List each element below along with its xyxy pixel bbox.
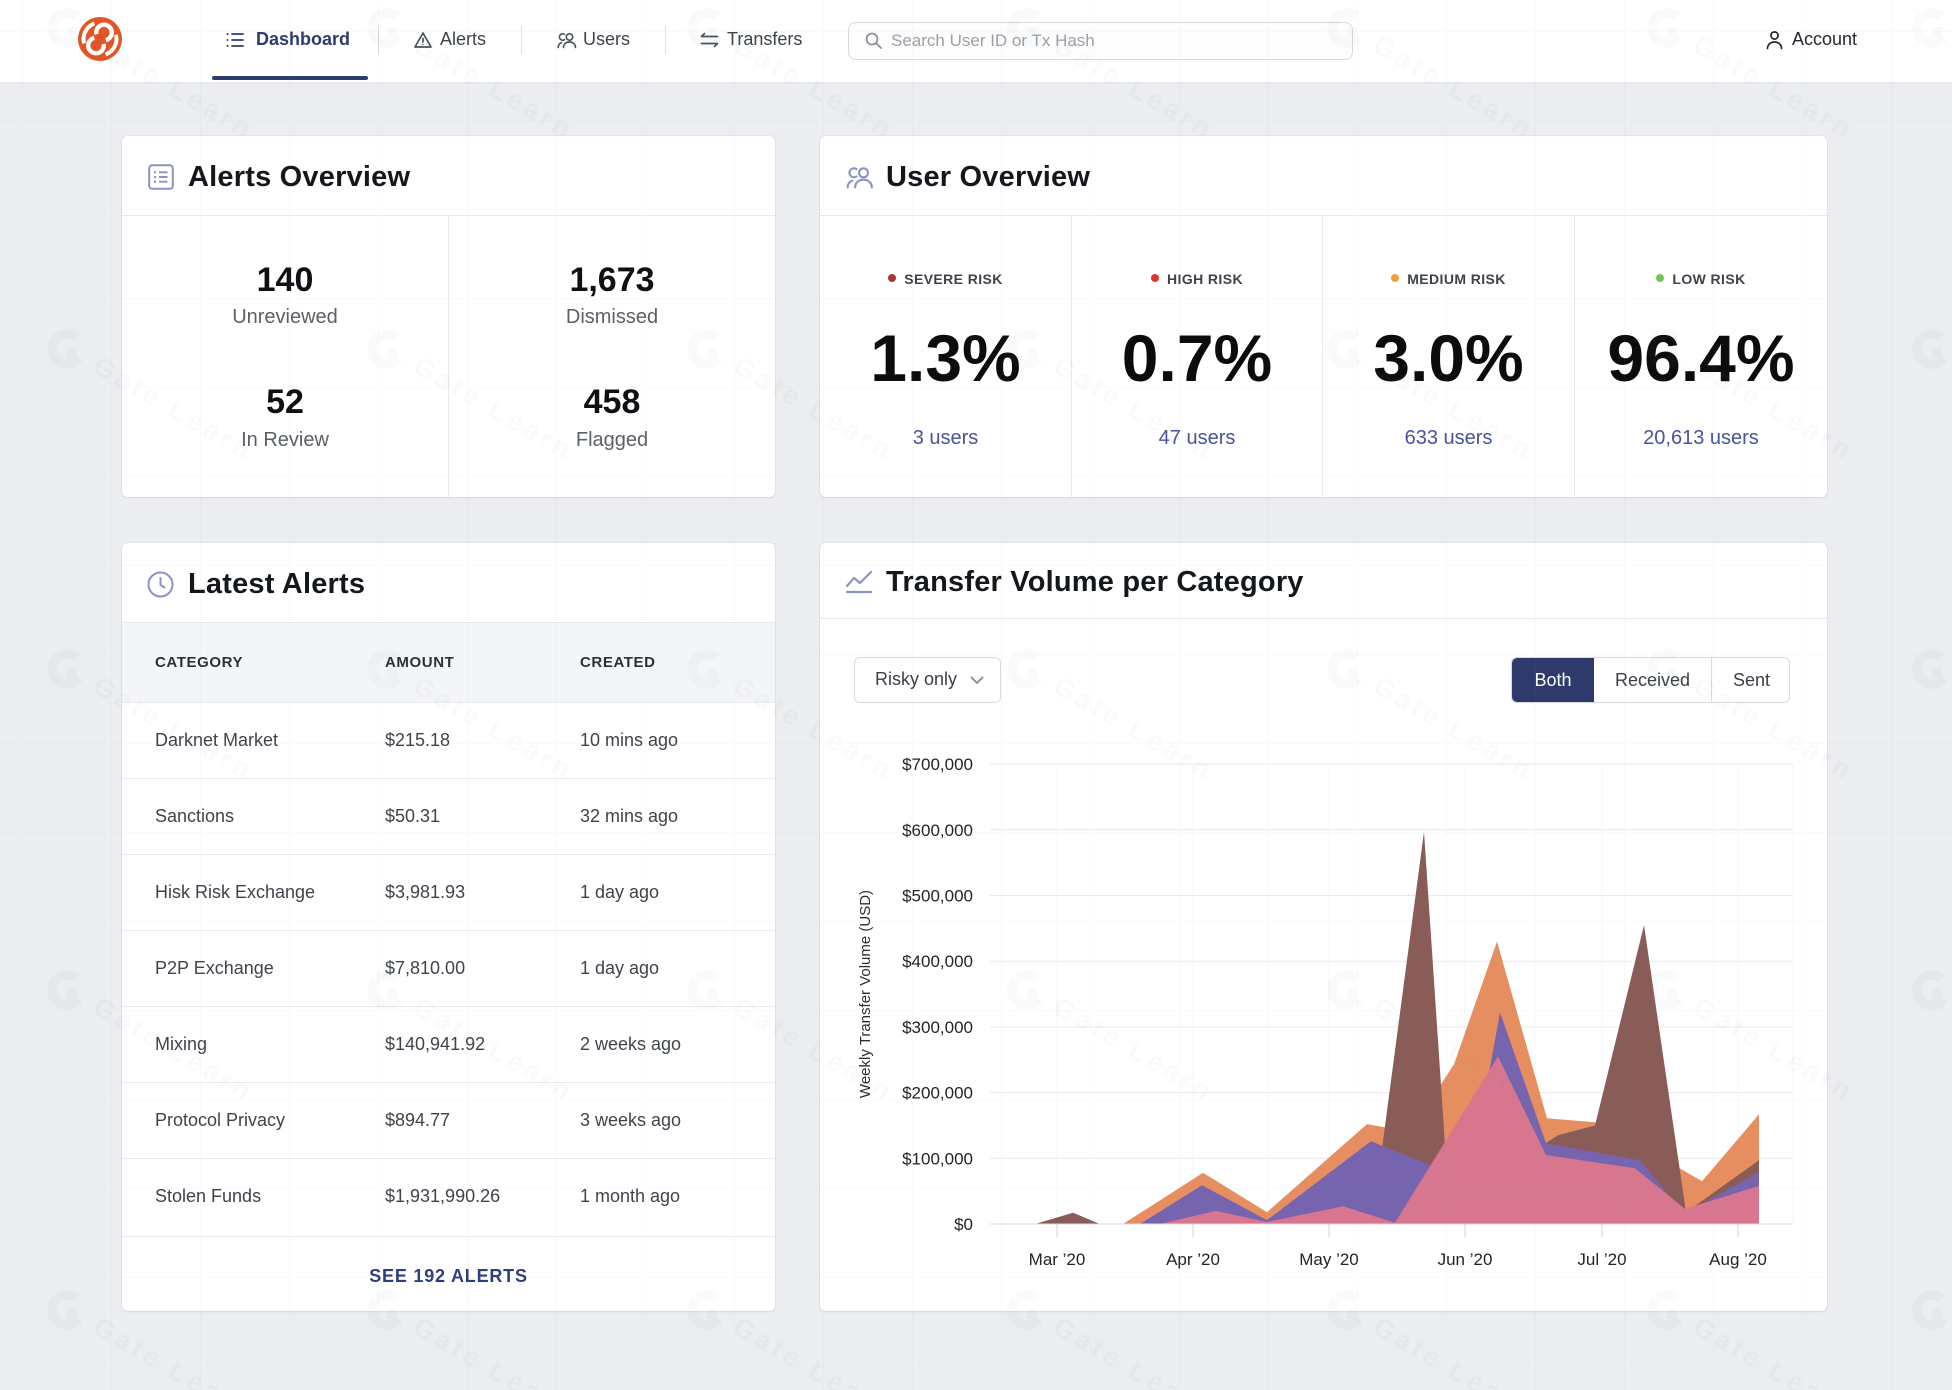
svg-text:Jul ’20: Jul ’20: [1577, 1250, 1626, 1269]
svg-text:Aug ’20: Aug ’20: [1709, 1250, 1767, 1269]
svg-text:$200,000: $200,000: [902, 1084, 973, 1103]
svg-text:$400,000: $400,000: [902, 952, 973, 971]
svg-text:Apr ’20: Apr ’20: [1166, 1250, 1220, 1269]
svg-text:$100,000: $100,000: [902, 1149, 973, 1168]
svg-text:$700,000: $700,000: [902, 755, 973, 774]
svg-text:$600,000: $600,000: [902, 821, 973, 840]
svg-text:$300,000: $300,000: [902, 1018, 973, 1037]
svg-text:Mar ’20: Mar ’20: [1029, 1250, 1086, 1269]
svg-text:Jun ’20: Jun ’20: [1438, 1250, 1493, 1269]
svg-text:May ’20: May ’20: [1299, 1250, 1359, 1269]
svg-text:Weekly Transfer Volume (USD): Weekly Transfer Volume (USD): [857, 890, 874, 1098]
svg-text:$0: $0: [954, 1215, 973, 1234]
svg-text:$500,000: $500,000: [902, 887, 973, 906]
